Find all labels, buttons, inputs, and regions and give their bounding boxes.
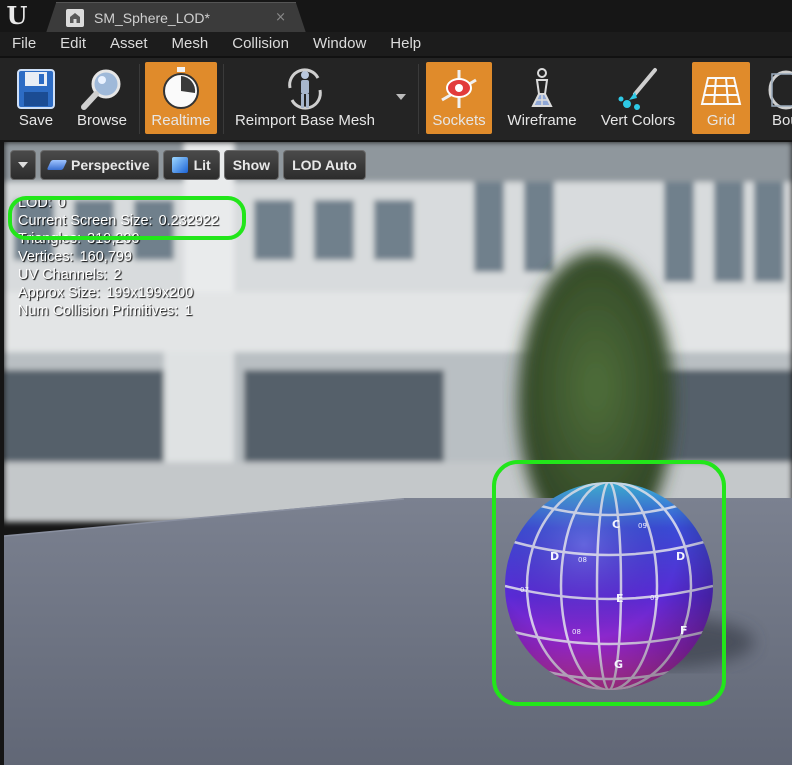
realtime-button[interactable]: Realtime <box>145 62 217 134</box>
toolbar-separator <box>418 64 419 134</box>
reimport-label: Reimport Base Mesh <box>234 112 376 129</box>
bounds-button[interactable]: Bou <box>758 62 792 134</box>
stat-label: Approx Size: <box>18 285 101 301</box>
stat-value: 1 <box>184 303 193 319</box>
stat-value: 199x199x200 <box>106 285 194 301</box>
paint-brush-icon <box>615 66 661 112</box>
save-button[interactable]: Save <box>4 62 68 134</box>
stat-collision-primitives: Num Collision Primitives: 1 <box>18 302 219 320</box>
bounds-label: Bou <box>772 112 792 129</box>
document-tab[interactable]: SM_Sphere_LOD* × <box>46 2 306 33</box>
toolbar: Save Browse Realtime Reimport Base Mesh … <box>0 56 792 140</box>
grid-label: Grid <box>706 112 736 129</box>
show-label: Show <box>232 157 271 173</box>
stat-label: Num Collision Primitives: <box>18 303 179 319</box>
lit-button[interactable]: Lit <box>162 150 220 180</box>
browse-button[interactable]: Browse <box>70 62 134 134</box>
viewport-toolbar: Perspective Lit Show LOD Auto <box>10 150 366 180</box>
menu-mesh[interactable]: Mesh <box>160 32 221 56</box>
mesh-viewport[interactable]: C D D E F G 09 08 09 08 07 Perspective L… <box>4 142 792 765</box>
show-button[interactable]: Show <box>223 150 280 180</box>
sockets-label: Sockets <box>432 112 486 129</box>
tab-close-icon[interactable]: × <box>275 9 286 27</box>
reimport-base-mesh-button[interactable]: Reimport Base Mesh <box>228 62 382 134</box>
mannequin-reimport-icon <box>282 66 328 112</box>
stat-label: Vertices: <box>18 249 74 265</box>
sockets-button[interactable]: Sockets <box>426 62 492 134</box>
lod-auto-button[interactable]: LOD Auto <box>283 150 366 180</box>
lod-label: LOD Auto <box>292 157 357 173</box>
tab-title: SM_Sphere_LOD* <box>94 10 210 26</box>
perspective-label: Perspective <box>71 157 150 173</box>
perspective-icon <box>46 160 68 170</box>
menu-collision[interactable]: Collision <box>220 32 301 56</box>
wireframe-label: Wireframe <box>507 112 577 129</box>
menu-bar: File Edit Asset Mesh Collision Window He… <box>0 32 792 56</box>
lit-cube-icon <box>171 157 188 173</box>
floppy-disk-icon <box>13 66 59 112</box>
menu-file[interactable]: File <box>0 32 48 56</box>
toolbar-separator <box>139 64 140 134</box>
unreal-logo-icon[interactable]: U <box>4 3 30 29</box>
browse-label: Browse <box>76 112 128 129</box>
menu-edit[interactable]: Edit <box>48 32 98 56</box>
socket-icon <box>436 66 482 112</box>
static-mesh-asset-icon <box>66 9 84 27</box>
menu-help[interactable]: Help <box>378 32 433 56</box>
stat-label: UV Channels: <box>18 267 108 283</box>
stat-uv-channels: UV Channels: 2 <box>18 266 219 284</box>
grid-icon <box>698 66 744 112</box>
vert-colors-label: Vert Colors <box>600 112 676 129</box>
menu-window[interactable]: Window <box>301 32 378 56</box>
wireframe-button[interactable]: Wireframe <box>500 62 584 134</box>
menu-asset[interactable]: Asset <box>98 32 160 56</box>
lit-label: Lit <box>193 157 211 173</box>
sphere-highlight <box>492 460 726 706</box>
save-label: Save <box>18 112 54 129</box>
stat-value: 2 <box>113 267 122 283</box>
viewport-options-button[interactable] <box>10 150 36 180</box>
title-bar: U SM_Sphere_LOD* × <box>0 0 792 33</box>
bounds-icon <box>763 66 792 112</box>
stat-approx-size: Approx Size: 199x199x200 <box>18 284 219 302</box>
stat-vertices: Vertices: 160,799 <box>18 248 219 266</box>
magnifier-icon <box>79 66 125 112</box>
screen-size-highlight <box>8 196 246 240</box>
toolbar-separator <box>223 64 224 134</box>
perspective-button[interactable]: Perspective <box>40 150 159 180</box>
vert-colors-button[interactable]: Vert Colors <box>594 62 682 134</box>
reimport-dropdown-arrow-icon[interactable] <box>396 94 406 100</box>
stopwatch-icon <box>158 66 204 112</box>
realtime-label: Realtime <box>151 112 211 129</box>
stat-value: 160,799 <box>79 249 133 265</box>
grid-button[interactable]: Grid <box>692 62 750 134</box>
wireframe-pawn-icon <box>519 66 565 112</box>
chevron-down-icon <box>18 162 28 168</box>
